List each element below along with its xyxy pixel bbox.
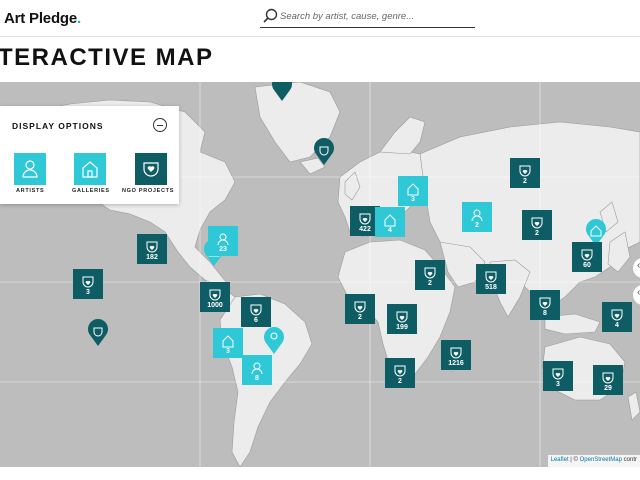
- cluster-marker-gallery[interactable]: 3: [213, 328, 243, 358]
- cluster-marker-ngo[interactable]: 3: [543, 361, 573, 391]
- cluster-count: 3: [226, 348, 230, 355]
- filter-ngo-label: NGO PROJECTS: [122, 188, 175, 194]
- filter-artists-button[interactable]: [14, 153, 46, 185]
- cluster-count: 6: [254, 317, 258, 324]
- filter-galleries-label: GALLERIES: [72, 188, 110, 194]
- filter-artists-label: ARTISTS: [16, 188, 45, 194]
- cluster-count: 3: [556, 381, 560, 388]
- cluster-count: 2: [428, 280, 432, 287]
- cluster-marker-artist[interactable]: 2: [462, 202, 492, 232]
- cluster-marker-gallery[interactable]: 3: [398, 176, 428, 206]
- cluster-count: 1216: [448, 360, 464, 367]
- cluster-marker-ngo[interactable]: 1000: [200, 282, 230, 312]
- page-footer: [0, 467, 640, 480]
- logo-text: Art Pledge: [4, 10, 78, 27]
- cluster-count: 2: [358, 314, 362, 321]
- cluster-count: 2: [535, 230, 539, 237]
- cluster-marker-artist[interactable]: 8: [242, 355, 272, 385]
- site-logo[interactable]: Art Pledge.: [4, 10, 81, 27]
- filter-ngo-button[interactable]: [135, 153, 167, 185]
- cluster-count: 1000: [207, 302, 223, 309]
- cluster-count: 23: [219, 246, 227, 253]
- cluster-count: 60: [583, 262, 591, 269]
- map-pin-ngo[interactable]: [312, 136, 336, 166]
- cluster-count: 3: [86, 289, 90, 296]
- cluster-count: 8: [255, 375, 259, 382]
- map-pin-ngo[interactable]: [86, 317, 110, 347]
- cluster-count: 29: [604, 385, 612, 392]
- search-input[interactable]: [280, 8, 470, 24]
- cluster-marker-ngo[interactable]: 60: [572, 242, 602, 272]
- cluster-marker-gallery[interactable]: 4: [375, 207, 405, 237]
- cluster-marker-ngo[interactable]: 2: [510, 158, 540, 188]
- house-icon: [82, 161, 98, 178]
- search-icon[interactable]: [262, 8, 278, 24]
- cluster-marker-ngo[interactable]: 2: [415, 260, 445, 290]
- cluster-marker-ngo[interactable]: 6: [241, 297, 271, 327]
- cluster-count: 199: [396, 324, 408, 331]
- heart-shield-icon: [143, 162, 159, 177]
- filter-galleries-button[interactable]: [74, 153, 106, 185]
- cluster-marker-ngo[interactable]: 4: [602, 302, 632, 332]
- cluster-marker-ngo[interactable]: 2: [385, 358, 415, 388]
- panel-title: DISPLAY OPTIONS: [12, 121, 104, 131]
- cluster-count: 4: [388, 227, 392, 234]
- osm-link[interactable]: OpenStreetMap: [580, 457, 622, 463]
- map-pin-ngo[interactable]: [270, 82, 294, 102]
- cluster-marker-ngo[interactable]: 3: [73, 269, 103, 299]
- cluster-marker-ngo[interactable]: 518: [476, 264, 506, 294]
- page-title: TERACTIVE MAP: [0, 44, 214, 71]
- map-pin-artist[interactable]: [262, 325, 286, 355]
- leaflet-link[interactable]: Leaflet: [551, 457, 569, 463]
- cluster-marker-artist[interactable]: 23: [208, 226, 238, 256]
- cluster-marker-ngo[interactable]: 29: [593, 365, 623, 395]
- cluster-count: 2: [398, 378, 402, 385]
- cluster-count: 2: [475, 222, 479, 229]
- cluster-count: 2: [523, 178, 527, 185]
- attribution-sep: | ©: [568, 457, 580, 463]
- cluster-marker-ngo[interactable]: 8: [530, 290, 560, 320]
- display-options-panel: DISPLAY OPTIONS ARTISTS GALLERIES NGO PR…: [0, 106, 179, 204]
- cluster-count: 8: [543, 310, 547, 317]
- cluster-marker-ngo[interactable]: 2: [522, 210, 552, 240]
- cluster-marker-ngo[interactable]: 199: [387, 304, 417, 334]
- cluster-marker-ngo[interactable]: 1216: [441, 340, 471, 370]
- cluster-count: 518: [485, 284, 497, 291]
- attribution-rest: contr: [621, 457, 637, 463]
- cluster-marker-ngo[interactable]: 182: [137, 234, 167, 264]
- collapse-button[interactable]: [153, 118, 167, 132]
- cluster-count: 3: [411, 196, 415, 203]
- logo-dot: .: [77, 10, 81, 27]
- search-bar[interactable]: [260, 5, 475, 28]
- top-header: Art Pledge.: [0, 0, 640, 37]
- cluster-marker-ngo[interactable]: 2: [345, 294, 375, 324]
- cluster-count: 182: [146, 254, 158, 261]
- person-icon: [22, 160, 38, 178]
- cluster-count: 4: [615, 322, 619, 329]
